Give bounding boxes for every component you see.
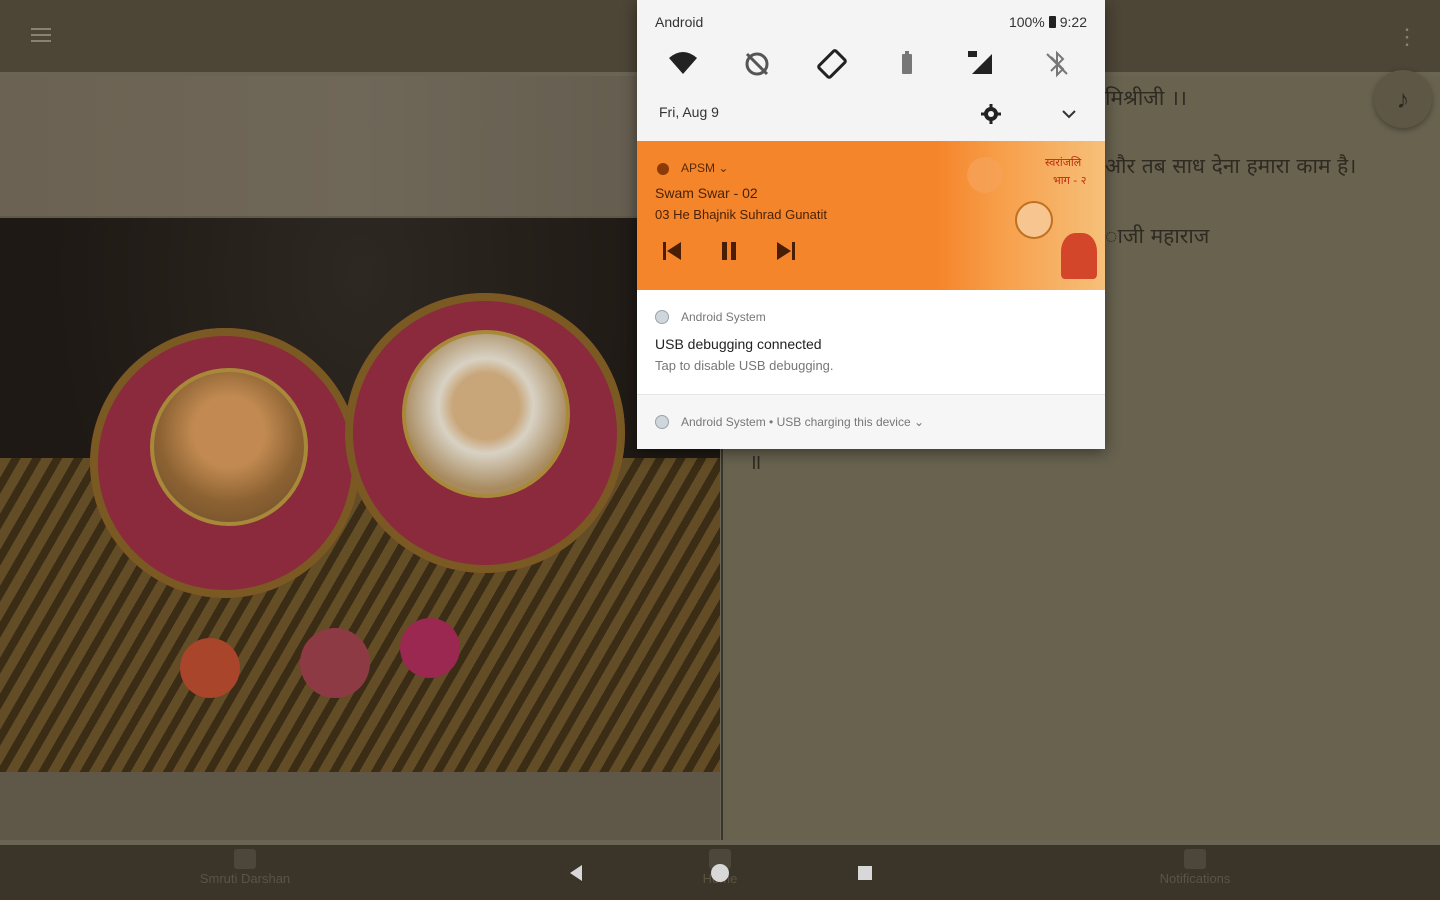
- tab-label: Notifications: [1159, 871, 1231, 886]
- android-system-icon: [655, 415, 669, 429]
- home-button[interactable]: [705, 858, 735, 888]
- portrait-left: [150, 368, 308, 526]
- art-caption: स्वरांजलि: [1045, 156, 1082, 169]
- date-label: Fri, Aug 9: [659, 104, 719, 120]
- text-line: ाजी महाराज: [1105, 224, 1210, 248]
- auto-rotate-icon[interactable]: [812, 44, 852, 84]
- notification-summary: Android System • USB charging this devic…: [681, 415, 925, 429]
- media-app-label: APSM: [681, 161, 716, 175]
- bluetooth-off-icon[interactable]: [1037, 44, 1077, 84]
- quick-settings-footer: Fri, Aug 9: [637, 96, 1105, 132]
- quick-settings: Android 100% 9:22 Fri, Aug 9: [637, 0, 1105, 140]
- usb-charging-notification[interactable]: Android System • USB charging this devic…: [637, 394, 1105, 449]
- book-icon: [234, 849, 256, 869]
- music-note-icon[interactable]: ♪: [1374, 70, 1432, 128]
- notification-summary-text: Android System • USB charging this devic…: [681, 415, 911, 429]
- pause-button[interactable]: [715, 239, 743, 263]
- skip-next-button[interactable]: [771, 239, 799, 263]
- do-not-disturb-off-icon[interactable]: [737, 44, 777, 84]
- status-indicators: 100% 9:22: [1009, 14, 1087, 30]
- tab-smruti-darshan[interactable]: Smruti Darshan: [170, 845, 320, 900]
- skip-previous-icon: [663, 242, 666, 260]
- back-button[interactable]: [562, 858, 592, 888]
- usb-debugging-notification[interactable]: Android System USB debugging connected T…: [637, 290, 1105, 394]
- bead-decoration: [300, 628, 370, 698]
- battery-icon: [1048, 16, 1056, 28]
- device-owner-label: Android: [655, 14, 704, 30]
- media-app-name: APSM ⌄: [681, 161, 729, 175]
- media-notification[interactable]: स्वरांजलि भाग - २ APSM ⌄ Swam Swar - 02 …: [637, 141, 1105, 290]
- clock: 9:22: [1059, 14, 1087, 30]
- settings-gear-icon[interactable]: [979, 102, 1003, 126]
- chevron-down-icon[interactable]: [1057, 102, 1081, 126]
- home-circle-icon: [711, 864, 729, 882]
- notification-source: Android System: [681, 310, 766, 324]
- art-portrait: [1061, 233, 1097, 279]
- murti-photo: [0, 218, 720, 772]
- mobile-data-icon[interactable]: [962, 44, 1002, 84]
- art-emblem: [1015, 201, 1053, 239]
- art-caption: भाग - २: [1053, 174, 1087, 187]
- hamburger-menu-icon[interactable]: [22, 20, 58, 52]
- album-art: स्वरांजलि भाग - २: [937, 141, 1105, 290]
- header-band: [0, 76, 720, 216]
- back-icon: [570, 865, 582, 881]
- recents-button[interactable]: [850, 858, 880, 888]
- notification-body: Tap to disable USB debugging.: [655, 358, 834, 373]
- quick-settings-tiles: [637, 44, 1105, 84]
- notification-icon: [1184, 849, 1206, 869]
- bead-decoration: [180, 638, 240, 698]
- notification-title: USB debugging connected: [655, 336, 822, 352]
- app-icon: [657, 163, 669, 175]
- portrait-right: [402, 330, 570, 498]
- more-vert-icon[interactable]: ⋮: [1396, 22, 1418, 52]
- text-line: ॥: [749, 450, 762, 474]
- track-title: Swam Swar - 02: [655, 185, 758, 201]
- notification-shade: Android 100% 9:22 Fri, Aug 9 स्वरांजलि भ…: [637, 0, 1105, 449]
- skip-previous-button[interactable]: [659, 239, 687, 263]
- wifi-icon[interactable]: [663, 44, 703, 84]
- text-line: मिश्रीजी ।।: [1105, 86, 1187, 110]
- android-system-icon: [655, 310, 669, 324]
- left-pane: [0, 76, 720, 840]
- bead-decoration: [400, 618, 460, 678]
- recents-icon: [858, 866, 872, 880]
- battery-percent: 100%: [1008, 14, 1045, 30]
- battery-saver-icon[interactable]: [887, 44, 927, 84]
- tab-label: Smruti Darshan: [199, 871, 291, 886]
- track-subtitle: 03 He Bhajnik Suhrad Gunatit: [655, 207, 827, 222]
- skip-next-icon: [777, 242, 791, 260]
- text-line: और तब साध देना हमारा काम है।: [1105, 154, 1357, 178]
- pause-icon: [722, 242, 727, 260]
- art-motif: [967, 157, 1003, 193]
- tab-notifications[interactable]: Notifications: [1130, 845, 1260, 900]
